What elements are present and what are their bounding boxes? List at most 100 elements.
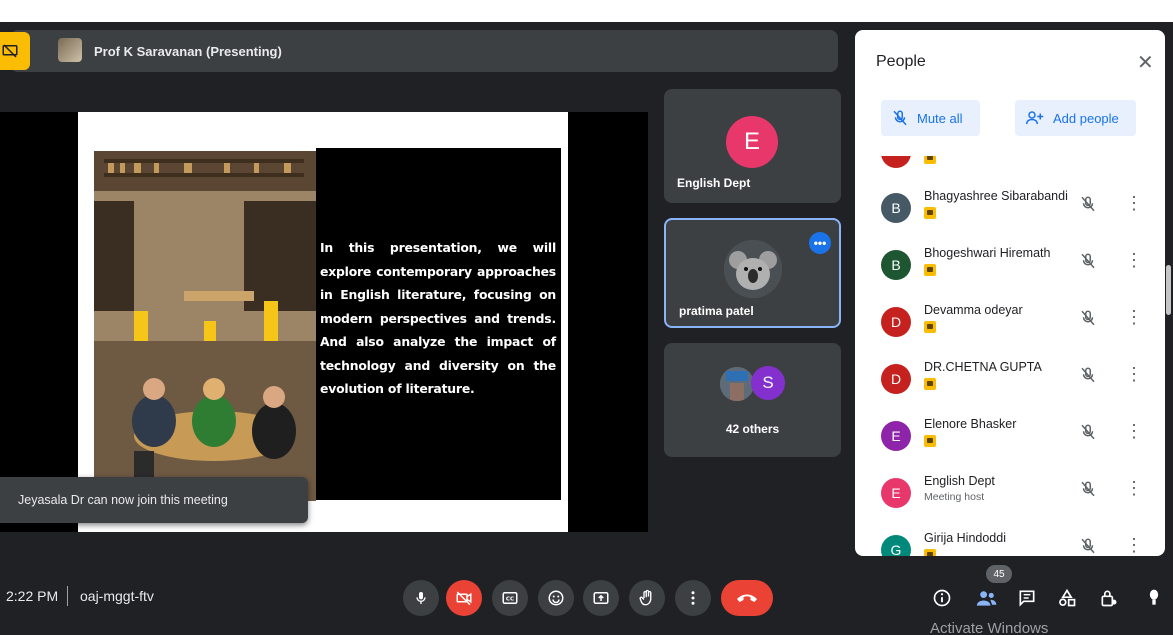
participant-tile-others[interactable]: S 42 others <box>664 343 841 457</box>
participant-tile-english-dept[interactable]: E English Dept <box>664 89 841 203</box>
stop-presenting-button[interactable] <box>0 32 30 70</box>
list-item[interactable]: E English Dept Meeting host ⋮ <box>855 472 1165 530</box>
join-notification-toast: Jeyasala Dr can now join this meeting <box>0 477 308 523</box>
tile-name: 42 others <box>725 422 780 436</box>
mic-off-icon[interactable] <box>1079 480 1097 498</box>
svg-text:CC: CC <box>506 597 514 603</box>
slide-photo <box>94 151 316 501</box>
meeting-code: oaj-mggt-ftv <box>80 588 154 604</box>
presenter-badge-icon <box>924 321 936 333</box>
tile-avatar-s: S <box>751 366 785 400</box>
mute-all-button[interactable]: Mute all <box>881 100 980 136</box>
host-controls-button[interactable] <box>1097 586 1121 610</box>
camera-off-icon <box>456 591 472 606</box>
people-button[interactable] <box>975 586 999 610</box>
participant-avatar: D <box>881 307 911 337</box>
list-item[interactable]: D DR.CHETNA GUPTA ⋮ <box>855 358 1165 416</box>
present-now-button[interactable] <box>583 580 619 616</box>
list-item[interactable]: B Bhagyashree Sibarabandi ⋮ <box>855 187 1165 245</box>
participant-name: DR.CHETNA GUPTA <box>924 360 1042 374</box>
tile-name: pratima patel <box>679 304 754 318</box>
activities-icon <box>1059 588 1076 607</box>
divider <box>67 586 68 606</box>
mic-off-icon[interactable] <box>1079 195 1097 213</box>
mic-off-icon[interactable] <box>1079 252 1097 270</box>
info-icon <box>933 589 951 607</box>
add-people-button[interactable]: Add people <box>1015 100 1136 136</box>
more-options-icon[interactable]: ⋮ <box>1125 193 1143 214</box>
participant-tile-pratima-patel[interactable]: ••• pratima patel <box>664 218 841 328</box>
leave-call-button[interactable] <box>721 580 773 616</box>
presenter-badge-icon <box>924 156 936 164</box>
mute-all-label: Mute all <box>917 110 963 126</box>
participant-avatar: B <box>881 250 911 280</box>
add-people-label: Add people <box>1053 110 1119 126</box>
emoji-icon <box>548 590 564 606</box>
list-item[interactable]: G Girija Hindoddi ⋮ <box>855 529 1165 556</box>
participant-list-scrollbar[interactable] <box>1166 265 1171 315</box>
presenter-badge-icon <box>924 207 936 219</box>
present-screen-icon <box>593 592 609 604</box>
participant-list: B Bhagyashree Sibarabandi ⋮ B Bhogeshwar… <box>855 156 1165 556</box>
slide-text: In this presentation, we will explore co… <box>320 240 556 396</box>
koala-avatar <box>724 240 782 298</box>
mic-off-icon[interactable] <box>1079 423 1097 441</box>
meeting-details-button[interactable] <box>930 586 954 610</box>
camera-off-button[interactable] <box>446 580 482 616</box>
mic-off-icon[interactable] <box>1079 309 1097 327</box>
people-panel: People ✕ Mute all Add people B Bhagyashr… <box>855 30 1165 556</box>
participant-avatar: E <box>881 421 911 451</box>
hand-icon <box>639 589 652 606</box>
more-options-icon[interactable]: ⋮ <box>1125 535 1143 556</box>
lock-person-icon <box>1101 590 1117 607</box>
more-vert-icon <box>691 591 695 605</box>
activate-windows-watermark: Activate Windows <box>930 620 1049 635</box>
participant-name: English Dept <box>924 474 995 488</box>
more-options-icon[interactable]: ⋮ <box>1125 307 1143 328</box>
mic-off-icon[interactable] <box>1079 366 1097 384</box>
more-options-button[interactable] <box>675 580 711 616</box>
mic-icon <box>416 592 426 604</box>
list-item[interactable]: D Devamma odeyar ⋮ <box>855 301 1165 359</box>
participant-avatar: B <box>881 193 911 223</box>
more-options-icon[interactable]: ⋮ <box>1125 250 1143 271</box>
presenter-name: Prof K Saravanan (Presenting) <box>94 44 282 59</box>
participant-avatar <box>881 156 911 168</box>
more-options-icon[interactable]: ⋮ <box>1125 364 1143 385</box>
participant-avatar: D <box>881 364 911 394</box>
add-person-icon <box>1026 111 1044 125</box>
list-item[interactable]: B Bhogeshwari Hiremath ⋮ <box>855 244 1165 302</box>
activities-button[interactable] <box>1055 586 1079 610</box>
presenter-badge-icon <box>924 549 936 556</box>
list-item[interactable]: E Elenore Bhasker ⋮ <box>855 415 1165 473</box>
more-options-icon[interactable]: ⋮ <box>1125 421 1143 442</box>
more-options-icon[interactable]: ⋮ <box>1125 478 1143 499</box>
others-photo-avatar <box>720 367 754 401</box>
meeting-time: 2:22 PM <box>6 588 59 604</box>
presenter-badge-icon <box>924 378 936 390</box>
chat-icon <box>1019 590 1035 607</box>
reactions-button[interactable] <box>538 580 574 616</box>
panel-title: People <box>876 53 926 70</box>
mic-off-icon[interactable] <box>1079 537 1097 555</box>
tile-name: English Dept <box>677 176 751 190</box>
participant-count-badge: 45 <box>986 565 1012 583</box>
bulb-icon <box>1149 589 1159 605</box>
participant-avatar: G <box>881 535 911 556</box>
close-icon[interactable]: ✕ <box>1137 50 1154 75</box>
participant-name: Devamma odeyar <box>924 303 1023 317</box>
more-options-icon[interactable]: ••• <box>809 232 831 254</box>
raise-hand-button[interactable] <box>629 580 665 616</box>
captions-button[interactable]: CC <box>492 580 528 616</box>
chat-button[interactable] <box>1015 586 1039 610</box>
companion-button[interactable] <box>1142 586 1166 610</box>
participant-name: Elenore Bhasker <box>924 417 1017 431</box>
end-call-icon <box>737 594 757 602</box>
microphone-button[interactable] <box>403 580 439 616</box>
captions-icon: CC <box>502 592 518 604</box>
participant-name: Bhagyashree Sibarabandi <box>924 189 1068 203</box>
list-item <box>855 156 1165 190</box>
participant-name: Girija Hindoddi <box>924 531 1006 545</box>
presenter-avatar <box>58 38 82 62</box>
participant-avatar: E <box>881 478 911 508</box>
